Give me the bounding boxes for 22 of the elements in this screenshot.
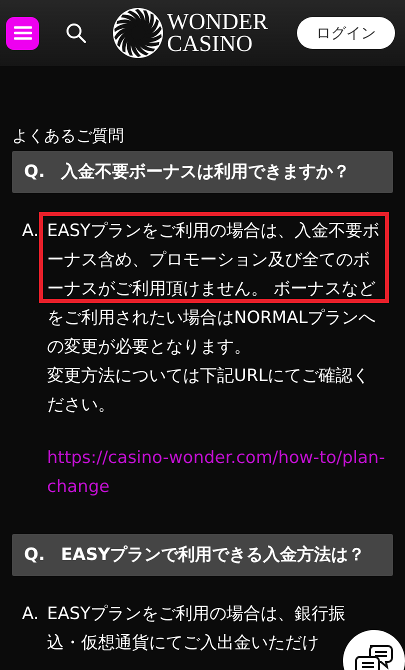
- spiral-logo-icon: [112, 7, 164, 59]
- menu-button[interactable]: [6, 16, 39, 50]
- chat-bubbles-icon: [354, 643, 394, 670]
- a-label: A.: [22, 220, 40, 243]
- q-label: Q.: [24, 544, 45, 567]
- a-label: A.: [22, 603, 40, 626]
- answer-text: 込・仮想通貨にてご入出金いただけ: [47, 632, 319, 655]
- section-title: よくあるご質問: [11, 125, 125, 147]
- question-text: 入金不要ボーナスは利用できますか？: [60, 161, 350, 184]
- search-icon[interactable]: [66, 23, 86, 43]
- answer-text: EASYプランをご利用の場合は、入金不要ボーナス含め、プロモーション及び全てのボーナスがご利用頂けません。 ボーナスなどをご利用されたい場合はNORMALプランへの変更が必要となります。: [47, 220, 381, 359]
- question-header[interactable]: Q. 入金不要ボーナスは利用できますか？: [12, 151, 393, 193]
- question-header[interactable]: Q. EASYプランで利用できる入金方法は？: [12, 534, 393, 576]
- plan-change-link[interactable]: https://casino-wonder.com/how-to/plan-change: [47, 444, 385, 502]
- question-text: EASYプランで利用できる入金方法は？: [60, 544, 366, 567]
- login-button[interactable]: ログイン: [297, 17, 395, 49]
- brand-name: WONDER: [167, 11, 268, 33]
- answer-text: 変更方法については下記URLにてご確認ください。: [47, 365, 371, 417]
- menu-icon: [14, 26, 32, 40]
- q-label: Q.: [24, 161, 45, 184]
- brand-name: CASINO: [167, 33, 254, 55]
- answer-text: EASYプランをご利用の場合は、銀行振: [47, 603, 346, 626]
